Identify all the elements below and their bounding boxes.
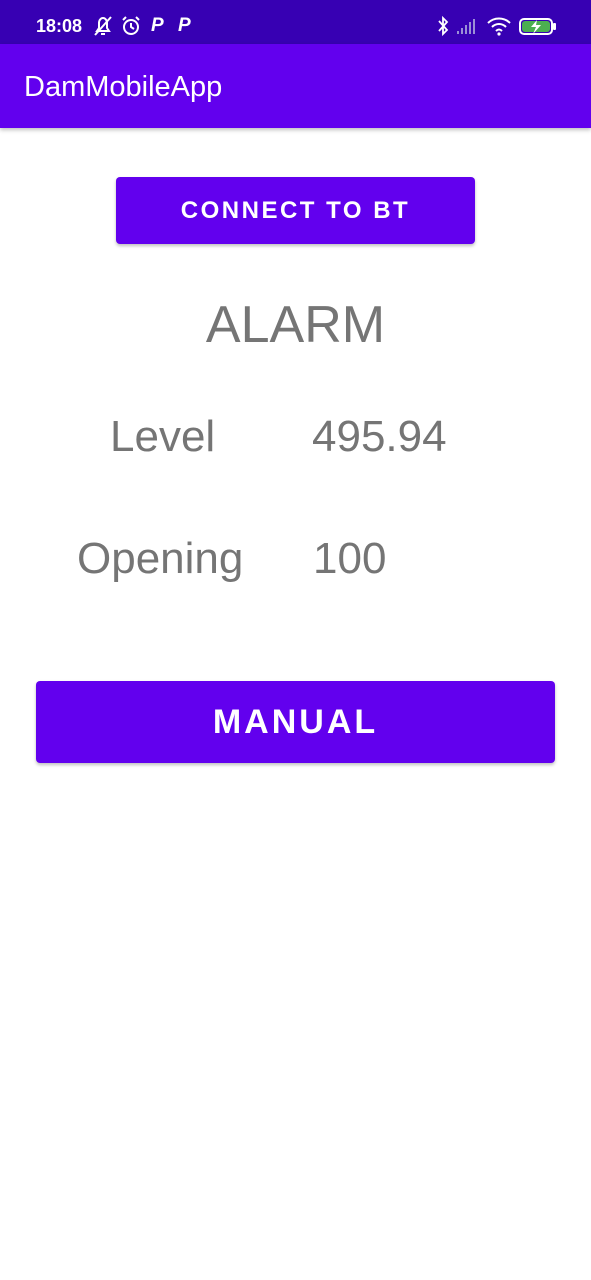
manual-button[interactable]: MANUAL [36,681,555,763]
alarm-status-text: ALARM [205,296,386,354]
level-value: 495.94 [312,412,447,461]
alarm-off-icon [94,16,112,36]
opening-value: 100 [313,534,387,583]
app-title: DamMobileApp [24,71,223,103]
opening-label: Opening [77,534,244,583]
cellular-signal-icon [457,19,475,34]
connect-to-bt-button[interactable]: CONNECT TO BT [116,177,475,244]
status-bar: 18:08 P P [0,0,591,44]
status-time: 18:08 [36,16,83,36]
wifi-icon [487,17,511,36]
p-icon: P [151,15,164,36]
battery-charging-icon [519,18,556,35]
p-icon: P [178,15,191,36]
app-bar: DamMobileApp [0,44,591,128]
bluetooth-icon [438,15,449,37]
level-label: Level [110,412,216,461]
alarm-clock-icon [122,16,140,35]
